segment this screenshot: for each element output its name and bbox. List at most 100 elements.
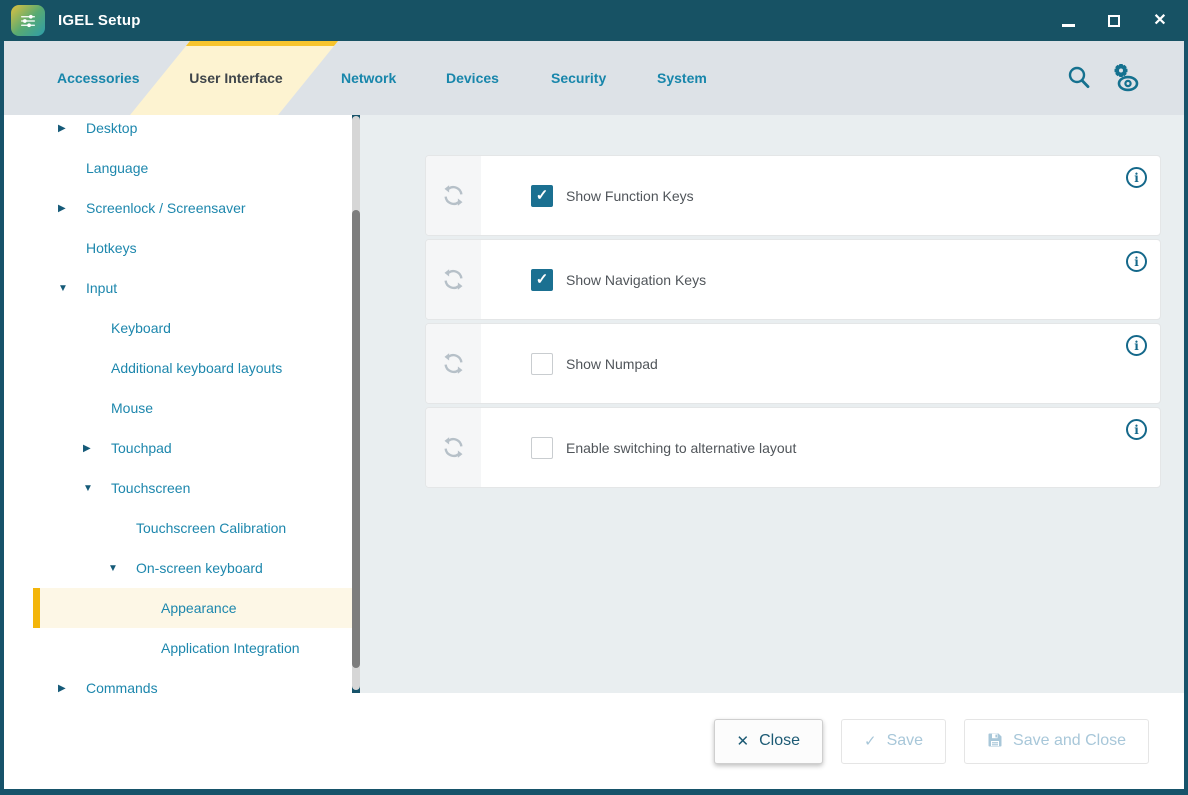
sidebar-item-label: Appearance xyxy=(161,600,237,616)
sidebar-item-touchscreen[interactable]: ▼ Touchscreen xyxy=(33,468,352,508)
setting-label: Show Numpad xyxy=(566,356,658,372)
sidebar-item-desktop[interactable]: ▶ Desktop xyxy=(33,115,352,148)
setting-label: Show Function Keys xyxy=(566,188,694,204)
tab-network[interactable]: Network xyxy=(341,41,396,115)
setting-label: Show Navigation Keys xyxy=(566,272,706,288)
sliders-icon xyxy=(16,10,40,32)
minimize-button[interactable] xyxy=(1058,11,1078,31)
sidebar-item-application-integration[interactable]: Application Integration xyxy=(33,628,352,668)
setting-row-show-function-keys: ✓ Show Function Keys i xyxy=(425,155,1161,236)
reset-parameter-button[interactable] xyxy=(426,156,481,235)
sidebar-item-label: Touchscreen Calibration xyxy=(136,520,286,536)
sidebar-item-keyboard[interactable]: Keyboard xyxy=(33,308,352,348)
setting-checkbox[interactable]: ✓ xyxy=(531,353,553,375)
save-check-icon: ✓ xyxy=(864,734,877,749)
sidebar-item-on-screen-keyboard[interactable]: ▼ On-screen keyboard xyxy=(33,548,352,588)
save-and-close-button[interactable]: Save and Close xyxy=(964,719,1149,764)
close-button[interactable]: ✕ Close xyxy=(714,719,823,764)
setting-label: Enable switching to alternative layout xyxy=(566,440,796,456)
tab-system[interactable]: System xyxy=(657,41,707,115)
sidebar-item-hotkeys[interactable]: Hotkeys xyxy=(33,228,352,268)
sidebar-item-label: Screenlock / Screensaver xyxy=(86,200,246,216)
close-window-button[interactable]: ✕ xyxy=(1150,11,1170,31)
maximize-icon xyxy=(1108,15,1120,27)
search-icon[interactable] xyxy=(1064,63,1094,93)
sidebar-item-label: Touchscreen xyxy=(111,480,190,496)
setting-row-show-numpad: ✓ Show Numpad i xyxy=(425,323,1161,404)
floppy-disk-icon xyxy=(987,732,1003,751)
reset-parameter-button[interactable] xyxy=(426,324,481,403)
sidebar-item-touchpad[interactable]: ▶ Touchpad xyxy=(33,428,352,468)
sync-refresh-icon xyxy=(440,266,467,293)
setting-row-enable-switching-to-alternative-layout: ✓ Enable switching to alternative layout… xyxy=(425,407,1161,488)
checkmark-icon: ✓ xyxy=(536,188,549,203)
view-settings-gear-eye-icon[interactable] xyxy=(1108,62,1142,94)
settings-panel: ✓ Show Function Keys i ✓ Show Navigation… xyxy=(360,115,1184,693)
sync-refresh-icon xyxy=(440,434,467,461)
sidebar-item-mouse[interactable]: Mouse xyxy=(33,388,352,428)
tab-accessories[interactable]: Accessories xyxy=(57,41,140,115)
setting-main: ✓ Enable switching to alternative layout xyxy=(481,408,1160,487)
setting-checkbox[interactable]: ✓ xyxy=(531,437,553,459)
sync-refresh-icon xyxy=(440,350,467,377)
sidebar-item-label: Input xyxy=(86,280,117,296)
sidebar-item-label: Language xyxy=(86,160,148,176)
save-and-close-button-label: Save and Close xyxy=(1013,732,1126,750)
app-logo-sliders-icon xyxy=(11,5,45,36)
info-icon[interactable]: i xyxy=(1126,251,1147,272)
sidebar-item-label: Keyboard xyxy=(111,320,171,336)
reset-parameter-button[interactable] xyxy=(426,240,481,319)
sidebar-item-label: Touchpad xyxy=(111,440,172,456)
info-icon[interactable]: i xyxy=(1126,419,1147,440)
tree-arrow-icon[interactable]: ▶ xyxy=(58,123,86,134)
tree-arrow-icon[interactable]: ▼ xyxy=(83,483,111,494)
reset-parameter-button[interactable] xyxy=(426,408,481,487)
tree-arrow-icon[interactable]: ▼ xyxy=(58,283,86,294)
setting-main: ✓ Show Navigation Keys xyxy=(481,240,1160,319)
footer: ✕ Close ✓ Save Save and Close xyxy=(4,693,1184,789)
sidebar-item-label: Application Integration xyxy=(161,640,300,656)
sidebar-scrollbar-thumb[interactable] xyxy=(352,210,360,668)
tree-arrow-icon[interactable]: ▶ xyxy=(83,443,111,454)
maximize-button[interactable] xyxy=(1104,11,1124,31)
close-x-icon: ✕ xyxy=(737,734,750,749)
tabbar-icons xyxy=(1064,41,1142,115)
sync-refresh-icon xyxy=(440,182,467,209)
sidebar: ▶ Desktop Language ▶ Screenlock / Screen… xyxy=(4,115,352,693)
save-button[interactable]: ✓ Save xyxy=(841,719,946,764)
tab-security[interactable]: Security xyxy=(551,41,606,115)
tree-arrow-icon[interactable]: ▶ xyxy=(58,683,86,694)
setting-main: ✓ Show Function Keys xyxy=(481,156,1160,235)
info-icon[interactable]: i xyxy=(1126,335,1147,356)
sidebar-item-label: On-screen keyboard xyxy=(136,560,263,576)
window-controls: ✕ xyxy=(1058,0,1170,41)
sidebar-item-label: Desktop xyxy=(86,120,137,136)
tab-bar: Accessories User Interface Network Devic… xyxy=(4,41,1184,115)
checkmark-icon: ✓ xyxy=(536,272,549,287)
sidebar-tree: ▶ Desktop Language ▶ Screenlock / Screen… xyxy=(33,115,352,693)
save-button-label: Save xyxy=(887,732,923,750)
sidebar-item-language[interactable]: Language xyxy=(33,148,352,188)
sidebar-item-additional-keyboard-layouts[interactable]: Additional keyboard layouts xyxy=(33,348,352,388)
titlebar: IGEL Setup ✕ xyxy=(0,0,1188,41)
sidebar-item-appearance[interactable]: Appearance xyxy=(33,588,352,628)
sidebar-item-label: Mouse xyxy=(111,400,153,416)
tab-devices[interactable]: Devices xyxy=(446,41,499,115)
sidebar-item-commands[interactable]: ▶ Commands xyxy=(33,668,352,693)
tree-arrow-icon[interactable]: ▼ xyxy=(108,563,136,574)
info-icon[interactable]: i xyxy=(1126,167,1147,188)
setting-main: ✓ Show Numpad xyxy=(481,324,1160,403)
sidebar-item-screenlock-screensaver[interactable]: ▶ Screenlock / Screensaver xyxy=(33,188,352,228)
sidebar-item-label: Additional keyboard layouts xyxy=(111,360,282,376)
tree-arrow-icon[interactable]: ▶ xyxy=(58,203,86,214)
tab-user-interface[interactable]: User Interface xyxy=(180,41,292,115)
close-icon: ✕ xyxy=(1153,13,1166,29)
setting-row-show-navigation-keys: ✓ Show Navigation Keys i xyxy=(425,239,1161,320)
setting-checkbox[interactable]: ✓ xyxy=(531,269,553,291)
setting-checkbox[interactable]: ✓ xyxy=(531,185,553,207)
sidebar-item-touchscreen-calibration[interactable]: Touchscreen Calibration xyxy=(33,508,352,548)
close-button-label: Close xyxy=(759,732,800,750)
sidebar-item-input[interactable]: ▼ Input xyxy=(33,268,352,308)
sidebar-item-label: Hotkeys xyxy=(86,240,137,256)
igel-setup-window: IGEL Setup ✕ Accessories User Interface … xyxy=(0,0,1188,795)
